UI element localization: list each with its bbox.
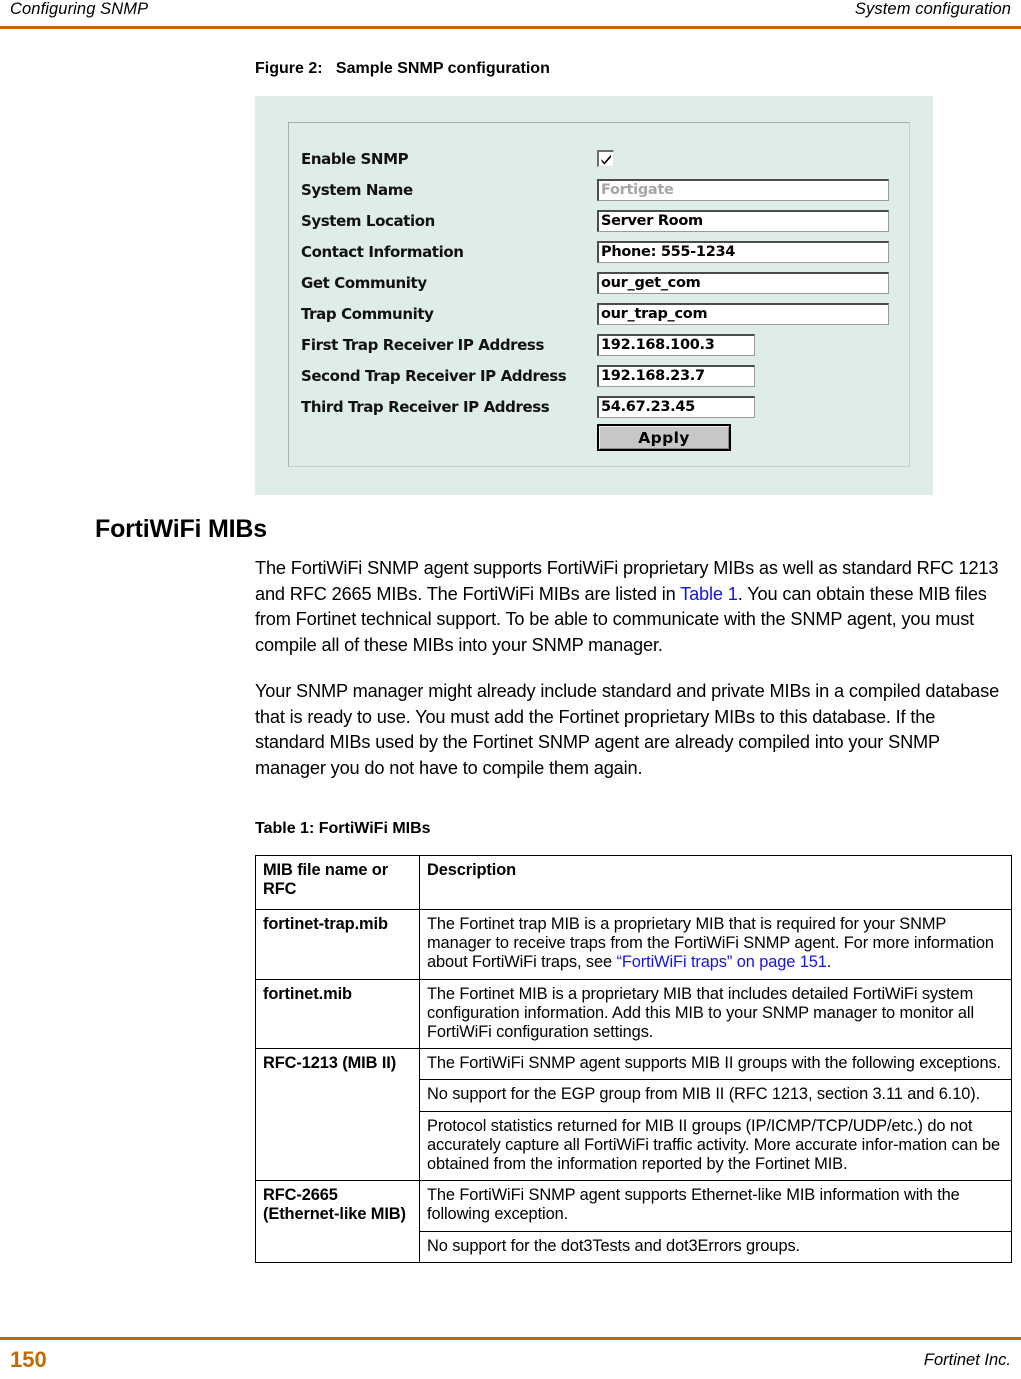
form-row: First Trap Receiver IP Address 192.168.10… [301,329,901,360]
mib-name-cell: fortinet.mib [255,978,420,1050]
description-text: . [826,953,832,972]
text-input[interactable]: Phone: 555-1234 [597,240,889,263]
field-label: Contact Information [301,242,464,261]
mib-name-cell: RFC-2665 (Ethernet-like MIB) [255,1180,420,1263]
field-label: System Location [301,211,435,230]
column-header-mib-name: MIB file name or RFC [255,855,420,910]
header-rule [0,26,1021,29]
apply-button[interactable]: Apply [597,424,731,451]
text-input[interactable]: Server Room [597,209,889,232]
table-row: fortinet.mib The Fortinet MIB is a propr… [255,978,1012,1050]
page-header: Configuring SNMP System configuration [0,0,1021,26]
table-caption: Table 1: FortiWiFi MIBs [255,820,431,837]
form-row: Contact Information Phone: 555-1234 [301,236,901,267]
text-input[interactable]: our_get_com [597,271,889,294]
field-label: Second Trap Receiver IP Address [301,366,567,385]
mib-description-cell: The Fortinet trap MIB is a proprietary M… [419,909,1012,980]
text-input[interactable]: 54.67.23.45 [597,395,755,418]
mib-name-cell: RFC-1213 (MIB II) [255,1048,420,1182]
paragraph-mibs-intro: The FortiWiFi SNMP agent supports FortiW… [255,556,1000,658]
form-row: Trap Community our_trap_com [301,298,901,329]
form-row: Second Trap Receiver IP Address 192.168.2… [301,360,901,391]
table-row: RFC-2665 (Ethernet-like MIB) The FortiWi… [255,1180,1012,1263]
field-label: Third Trap Receiver IP Address [301,397,550,416]
figure-caption: Figure 2: Sample SNMP configuration [255,60,550,77]
field-label: Get Community [301,273,427,292]
mib-description-cell: No support for the dot3Tests and dot3Err… [419,1230,1012,1263]
page-title: FortiWiFi MIBs [95,515,267,543]
table-row: fortinet-trap.mib The Fortinet trap MIB … [255,909,1012,980]
mib-table: MIB file name or RFC Description fortine… [255,855,1012,1263]
mib-description-cell: The Fortinet MIB is a proprietary MIB th… [419,978,1012,1050]
text-input[interactable]: our_trap_com [597,302,889,325]
form-row: System Name Fortigate [301,174,901,205]
snmp-configuration-form: Enable SNMP System Name Fortigate System Lo… [288,122,910,467]
form-row: System Location Server Room [301,205,901,236]
form-row: Get Community our_get_com [301,267,901,298]
header-right-title: System configuration [854,0,1011,18]
text-input[interactable]: Fortigate [597,178,889,201]
table-header-row: MIB file name or RFC Description [255,855,1012,910]
text-input[interactable]: 192.168.23.7 [597,364,755,387]
mib-description-cell: No support for the EGP group from MIB II… [419,1079,1012,1112]
field-label: Enable SNMP [301,149,409,168]
field-label: First Trap Receiver IP Address [301,335,544,354]
text-input[interactable]: 192.168.100.3 [597,333,755,356]
column-header-description: Description [419,855,1012,910]
page-number: 150 [10,1347,47,1372]
form-row: Enable SNMP [301,143,901,174]
mib-name-cell: fortinet-trap.mib [255,909,420,980]
footer-rule [0,1337,1021,1340]
header-left-title: Configuring SNMP [10,0,149,18]
figure-screenshot-panel: Enable SNMP System Name Fortigate System Lo… [255,96,933,495]
form-row: Third Trap Receiver IP Address 54.67.23.4… [301,391,901,422]
mib-description-cell: The FortiWiFi SNMP agent supports Ethern… [419,1180,1012,1232]
mib-description-cell: Protocol statistics returned for MIB II … [419,1110,1012,1182]
field-label: Trap Community [301,304,434,323]
footer-organization: Fortinet Inc. [923,1350,1011,1369]
table-1-link[interactable]: Table 1 [680,584,738,604]
enable-snmp-checkbox[interactable] [597,150,614,167]
fortiwifi-traps-link[interactable]: “FortiWiFi traps” on page 151 [617,953,827,971]
mib-description-cell: The FortiWiFi SNMP agent supports MIB II… [419,1048,1012,1081]
paragraph-compile-mibs: Your SNMP manager might already include … [255,681,1000,778]
table-row: RFC-1213 (MIB II) The FortiWiFi SNMP age… [255,1048,1012,1182]
field-label: System Name [301,180,413,199]
page-footer: 150 Fortinet Inc. [0,1347,1021,1373]
